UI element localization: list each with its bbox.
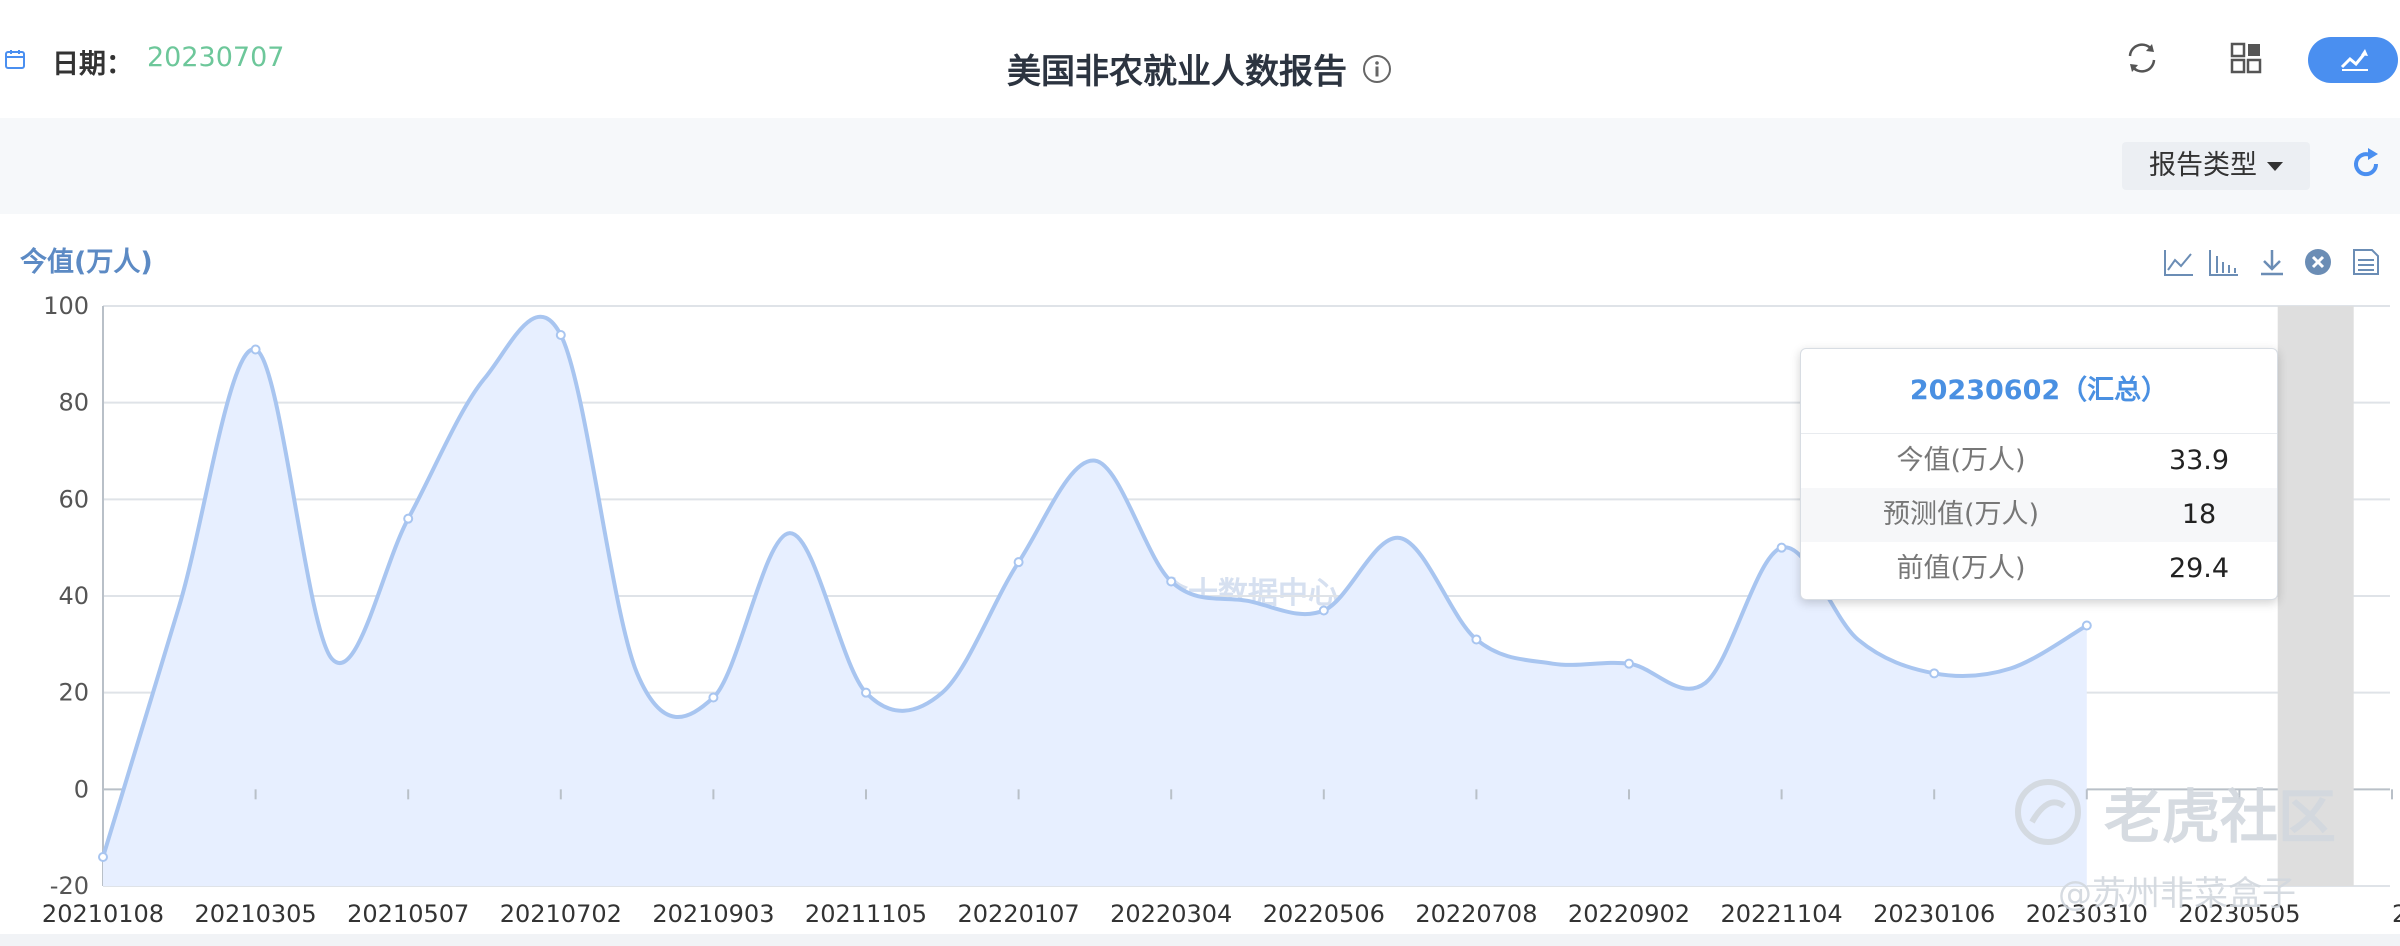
data-point: [1624, 658, 1634, 669]
data-point: [250, 344, 261, 355]
y-tick-label: -20: [50, 872, 89, 900]
y-tick-label: 0: [74, 775, 89, 803]
y-tick-label: 80: [58, 389, 89, 417]
tiger-community-watermark: 老虎社区: [2012, 770, 2336, 854]
x-tick-label: 20220304: [1110, 900, 1232, 928]
data-point: [2081, 620, 2092, 631]
tooltip-row-value: 29.4: [2168, 553, 2230, 584]
tiger-logo-icon: [2015, 779, 2081, 845]
x-tick-label: 20220902: [1568, 900, 1690, 928]
data-point: [708, 692, 719, 703]
x-tick-label: 20210507: [347, 900, 469, 928]
data-point: [1166, 576, 1177, 587]
tooltip-row: 前值(万人) 29.4: [1801, 542, 2277, 596]
y-tick-label: 20: [58, 679, 89, 707]
x-tick-label: 20230: [2392, 900, 2400, 928]
tooltip-row-label: 预测值(万人): [1882, 499, 2040, 530]
data-point: [1318, 605, 1329, 616]
data-point: [555, 330, 566, 340]
data-point: [1929, 668, 1940, 679]
x-tick-label: 20210903: [652, 900, 774, 928]
data-point: [861, 687, 871, 698]
author-watermark: @苏州非菜盒子: [2058, 874, 2296, 914]
x-tick-label: 20220107: [958, 900, 1080, 928]
x-tick-label: 20210305: [195, 900, 317, 928]
x-tick-label: 20210702: [500, 900, 622, 928]
x-tick-label: 20211105: [805, 900, 927, 928]
y-axis-ticks: -20 0 20 40 60 80 100: [43, 292, 89, 900]
x-tick-label: 20230106: [1873, 900, 1995, 928]
tooltip-row-value: 18: [2181, 499, 2217, 530]
tooltip-row-label: 前值(万人): [1896, 553, 2026, 584]
data-point: [403, 513, 414, 524]
y-tick-label: 60: [58, 485, 89, 513]
tooltip-title: 20230602（汇总）: [1801, 349, 2277, 434]
data-point: [98, 852, 108, 862]
brand-watermark-text: 老虎社区: [2104, 783, 2337, 851]
x-tick-label: 20220506: [1263, 900, 1385, 928]
tooltip-row: 预测值(万人) 18: [1801, 488, 2277, 542]
bottom-scroll-band: [0, 934, 2400, 946]
data-tooltip: 20230602（汇总） 今值(万人) 33.9 预测值(万人) 18 前值(万…: [1800, 348, 2278, 600]
tooltip-row-value: 33.9: [2168, 445, 2230, 476]
y-tick-label: 40: [58, 582, 89, 610]
tooltip-row: 今值(万人) 33.9: [1801, 434, 2277, 488]
data-point: [1776, 542, 1787, 553]
data-point: [1013, 557, 1024, 568]
x-tick-label: 20221104: [1721, 900, 1843, 928]
data-point: [1471, 634, 1482, 645]
tooltip-row-label: 今值(万人): [1896, 445, 2026, 476]
x-tick-label: 20220708: [1415, 900, 1537, 928]
y-tick-label: 100: [43, 292, 89, 320]
x-tick-label: 20210108: [42, 900, 164, 928]
